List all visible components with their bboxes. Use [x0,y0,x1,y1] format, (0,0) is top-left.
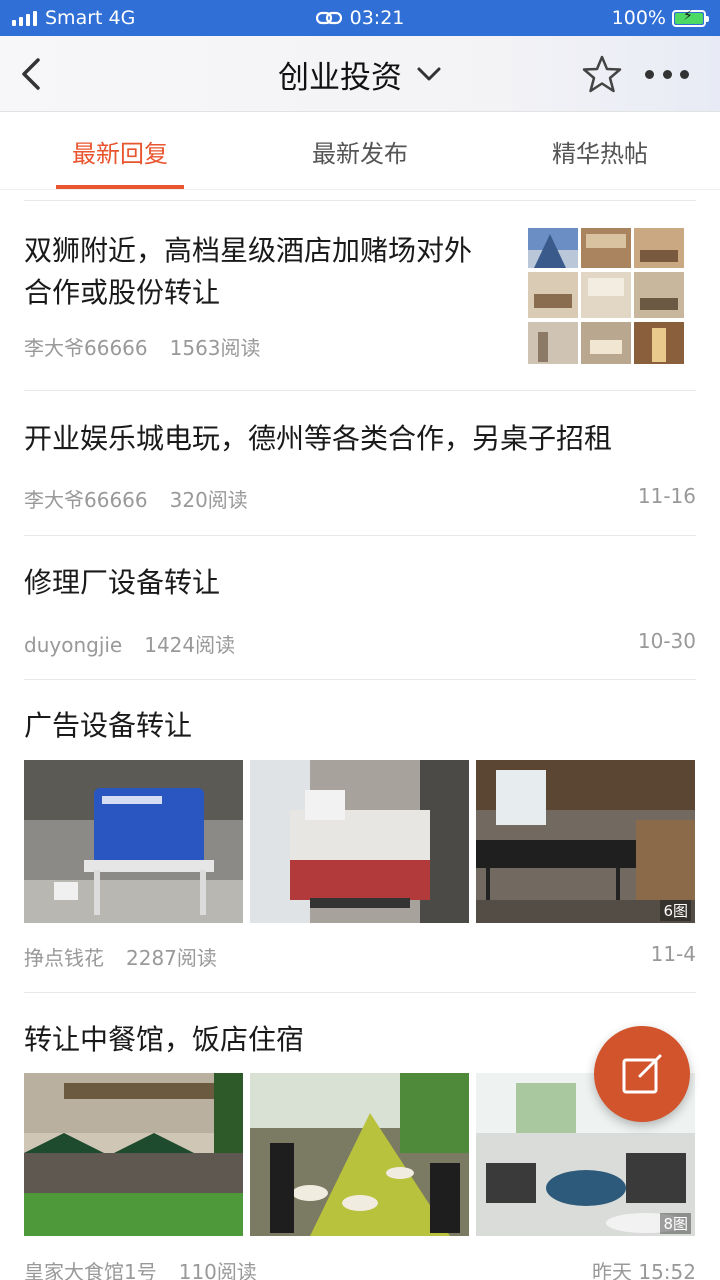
post-title: 广告设备转让 [24,709,193,742]
divider [24,390,696,391]
post-meta: duyongjie 1424阅读 [24,629,235,658]
post-author: 李大爷66666 [24,336,148,360]
post-date: 11-4 [650,942,696,966]
more-options-icon[interactable] [645,64,689,84]
post-reads: 320阅读 [169,488,248,512]
link-icon [315,11,342,25]
post-author: 挣点钱花 [24,946,104,970]
post-image [24,1073,243,1236]
chevron-down-icon [417,67,441,81]
tab-latest-posts[interactable]: 最新发布 [240,112,480,190]
post-image [24,760,243,923]
status-bar: Smart 4G 03:21 100% ⚡ [0,0,720,36]
post-title: 双狮附近，高档星级酒店加赌场对外 合作或股份转让 [24,234,473,309]
post-date: 10-30 [637,629,696,653]
tab-featured[interactable]: 精华热帖 [480,112,720,190]
post-reads: 1424阅读 [144,633,236,657]
post-reads: 110阅读 [178,1260,257,1280]
post-image [250,1073,469,1236]
status-right: 100% ⚡ [611,0,709,36]
forum-title: 创业投资 [278,59,402,96]
tab-latest-replies[interactable]: 最新回复 [0,112,240,190]
post-title: 开业娱乐城电玩，德州等各类合作，另桌子招租 [24,422,613,455]
post-author: duyongjie [24,633,123,657]
divider [24,679,696,680]
divider [24,992,696,993]
divider [24,535,696,536]
star-icon[interactable] [582,54,622,94]
post-author: 皇家大食馆1号 [24,1260,157,1280]
post-meta: 李大爷66666 1563阅读 [24,332,261,361]
post-thumbnail-collage [528,228,684,364]
divider [24,200,696,201]
tab-bar: 最新回复 最新发布 精华热帖 [0,112,720,190]
battery-icon: ⚡ [672,8,709,27]
post-meta: 李大爷66666 320阅读 [24,484,248,513]
compose-post-button[interactable] [594,1026,690,1122]
post-meta: 挣点钱花 2287阅读 [24,942,217,971]
clock: 03:21 [349,7,405,29]
post-meta: 皇家大食馆1号 110阅读 [24,1256,257,1280]
compose-icon [622,1054,662,1094]
post-author: 李大爷66666 [24,488,148,512]
post-date: 11-16 [637,484,696,508]
post-image: 6图 [476,760,695,923]
post-date: 昨天 15:52 [592,1260,696,1280]
image-count-badge: 6图 [660,900,691,921]
active-tab-indicator [56,185,184,189]
post-title: 转让中餐馆，饭店住宿 [24,1023,305,1056]
post-reads: 1563阅读 [169,336,261,360]
nav-bar: 创业投资 [0,36,720,112]
post-title: 修理厂设备转让 [24,566,221,599]
battery-percent: 100% [611,7,666,29]
post-image [250,760,469,923]
image-count-badge: 8图 [660,1213,691,1234]
post-reads: 2287阅读 [126,946,217,970]
